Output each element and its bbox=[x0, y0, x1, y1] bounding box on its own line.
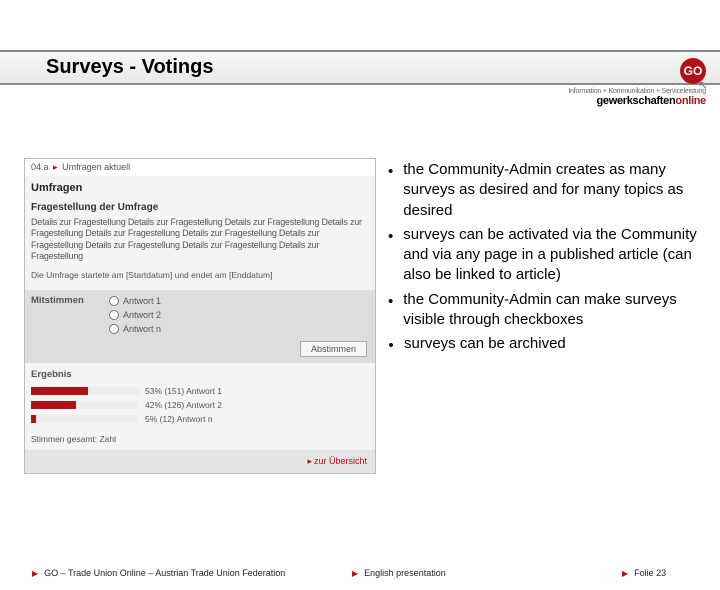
panel-heading: Umfragen bbox=[25, 176, 375, 196]
footer-center: English presentation bbox=[364, 568, 446, 578]
vote-box: Mitstimmen Antwort 1 Antwort 2 Antwort n… bbox=[25, 290, 375, 363]
bullet-icon: • bbox=[388, 225, 393, 286]
bullet-icon: • bbox=[388, 334, 394, 356]
result-text-1: 53% (151) Antwort 1 bbox=[145, 386, 222, 396]
crumb-level-2: Umfragen aktuell bbox=[62, 162, 130, 172]
bullet-list: •the Community-Admin creates as many sur… bbox=[388, 158, 702, 474]
vote-submit-button[interactable]: Abstimmen bbox=[300, 341, 367, 357]
result-row: 53% (151) Antwort 1 bbox=[25, 384, 375, 398]
bullet-1: the Community-Admin creates as many surv… bbox=[403, 160, 702, 221]
vote-radio-3[interactable] bbox=[109, 324, 119, 334]
brand-logo: GO ↖ Information + Kommunikation + Servi… bbox=[568, 58, 706, 107]
survey-date-range: Die Umfrage startete am [Startdatum] und… bbox=[25, 264, 375, 286]
vote-radio-2[interactable] bbox=[109, 310, 119, 320]
bullet-icon: • bbox=[388, 290, 393, 331]
vote-radio-1[interactable] bbox=[109, 296, 119, 306]
bullet-2: surveys can be activated via the Communi… bbox=[403, 225, 702, 286]
brand-word-2: online bbox=[675, 95, 706, 107]
triangle-right-icon: ▸ bbox=[307, 456, 312, 466]
breadcrumb: 04.a ▸ Umfragen aktuell bbox=[25, 159, 375, 176]
results-heading: Ergebnis bbox=[25, 363, 375, 384]
chevron-right-icon: ▸ bbox=[53, 162, 58, 172]
embedded-screenshot: 04.a ▸ Umfragen aktuell Umfragen Fragest… bbox=[24, 158, 376, 474]
cursor-icon: ↖ bbox=[698, 78, 708, 92]
brand-tagline-small: Information + Kommunikation + Servicelei… bbox=[568, 88, 706, 95]
vote-option-2: Antwort 2 bbox=[123, 310, 161, 320]
triangle-right-icon: ▶ bbox=[622, 569, 628, 578]
result-bar-3 bbox=[31, 415, 36, 423]
vote-option-1: Antwort 1 bbox=[123, 296, 161, 306]
brand-word-1: gewerkschaften bbox=[596, 95, 675, 107]
vote-label: Mitstimmen bbox=[31, 295, 109, 306]
bullet-4: surveys can be archived bbox=[404, 334, 566, 356]
brand-tagline-large: gewerkschaftenonline bbox=[568, 95, 706, 107]
bullet-icon: • bbox=[388, 160, 393, 221]
vote-option-3: Antwort n bbox=[123, 324, 161, 334]
overview-link-label: zur Übersicht bbox=[314, 456, 367, 466]
result-row: 5% (12) Antwort n bbox=[25, 412, 375, 426]
crumb-level-1: 04.a bbox=[31, 162, 49, 172]
result-text-2: 42% (126) Antwort 2 bbox=[145, 400, 222, 410]
survey-description: Details zur Fragestellung Details zur Fr… bbox=[25, 217, 375, 264]
result-bar-1 bbox=[31, 387, 88, 395]
bullet-3: the Community-Admin can make surveys vis… bbox=[403, 290, 702, 331]
triangle-right-icon: ▶ bbox=[352, 569, 358, 578]
footer-right: Folie 23 bbox=[634, 568, 666, 578]
result-bar-2 bbox=[31, 401, 76, 409]
overview-link[interactable]: ▸zur Übersicht bbox=[25, 450, 375, 473]
result-row: 42% (126) Antwort 2 bbox=[25, 398, 375, 412]
triangle-right-icon: ▶ bbox=[32, 569, 38, 578]
footer-left: GO – Trade Union Online – Austrian Trade… bbox=[44, 568, 285, 578]
result-text-3: 5% (12) Antwort n bbox=[145, 414, 213, 424]
survey-question: Fragestellung der Umfrage bbox=[25, 196, 375, 217]
slide-footer: ▶ GO – Trade Union Online – Austrian Trad… bbox=[0, 568, 720, 578]
result-total: Stimmen gesamt: Zahl bbox=[25, 426, 375, 450]
